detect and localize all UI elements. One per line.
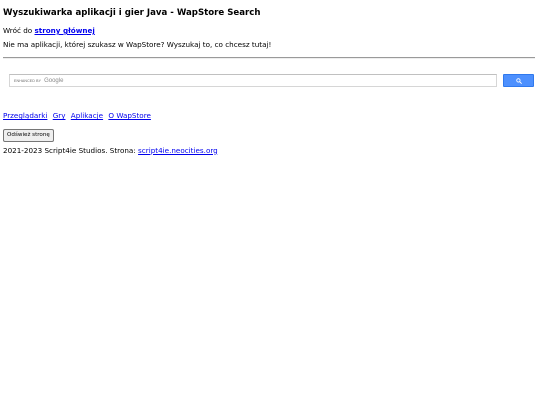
- back-line: Wróć do strony głównej: [3, 25, 537, 36]
- refresh-button[interactable]: Odśwież stronę: [3, 128, 54, 142]
- search-button[interactable]: [503, 74, 534, 87]
- footer-text: 2021-2023 Script4ie Studios. Strona:: [3, 145, 136, 155]
- nav-apps[interactable]: Aplikacje: [71, 111, 103, 120]
- home-link[interactable]: strony głównej: [34, 26, 94, 35]
- nav-links: Przeglądarki Gry Aplikacje O WapStore: [3, 110, 537, 121]
- page: Wyszukiwarka aplikacji i gier Java - Wap…: [0, 0, 540, 405]
- footer: 2021-2023 Script4ie Studios. Strona: scr…: [3, 145, 537, 156]
- search-watermark: ENHANCED BY Google: [14, 77, 63, 85]
- divider: [3, 57, 535, 59]
- search-input[interactable]: ENHANCED BY Google: [9, 74, 497, 87]
- info-text: Nie ma aplikacji, której szukasz w WapSt…: [3, 40, 272, 49]
- back-prefix: Wróć do: [3, 26, 33, 35]
- search-icon: [515, 77, 522, 84]
- search-bar: ENHANCED BY Google: [3, 74, 537, 90]
- enhanced-by-label: ENHANCED BY: [14, 78, 42, 83]
- google-brand: Google: [44, 77, 64, 84]
- nav-about[interactable]: O WapStore: [108, 111, 151, 120]
- nav-games[interactable]: Gry: [53, 111, 66, 120]
- footer-link[interactable]: script4ie.neocities.org: [138, 146, 218, 155]
- nav-browsers[interactable]: Przeglądarki: [3, 111, 47, 120]
- page-title: Wyszukiwarka aplikacji i gier Java - Wap…: [3, 8, 261, 18]
